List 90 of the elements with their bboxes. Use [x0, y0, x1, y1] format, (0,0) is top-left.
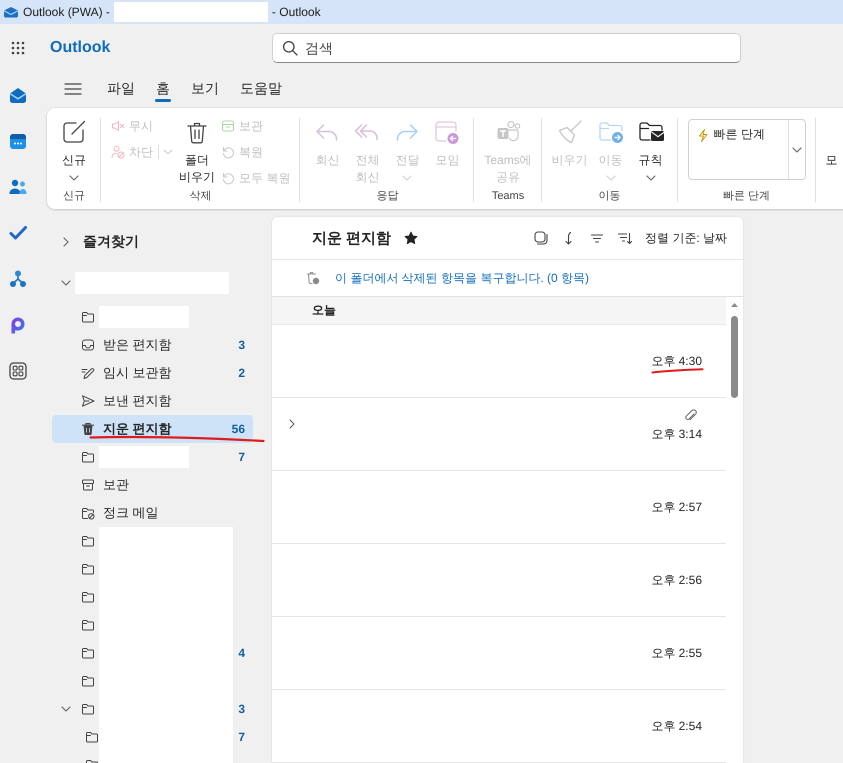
quick-step-button[interactable]: 빠른 단계 [696, 126, 766, 143]
message-item[interactable]: 오후 2:56 [272, 544, 726, 617]
ribbon-button[interactable]: 규칙 [634, 116, 668, 186]
group-label: 이동 [598, 189, 622, 203]
message-item[interactable]: 오후 3:14 [272, 398, 726, 471]
folder-item[interactable]: 지운 편지함 56 [52, 415, 253, 443]
archive-box-icon [221, 119, 235, 133]
folder-icon [81, 310, 95, 324]
scrollbar-thumb[interactable] [731, 316, 738, 398]
message-time: 오후 2:55 [651, 645, 702, 661]
trash-icon [81, 422, 95, 436]
pencil-lines-icon [81, 366, 95, 380]
folder-item[interactable]: 받은 편지함 3 [52, 331, 253, 359]
sort-button[interactable]: 정렬 기준: 날짜 [644, 230, 727, 246]
trash-circle-icon [306, 271, 320, 285]
paper-plane-icon [81, 394, 95, 408]
connected-nodes-icon[interactable] [8, 269, 28, 289]
folder-item[interactable]: 7 [52, 723, 253, 751]
unread-count: 7 [238, 730, 245, 744]
folder-title: 지운 편지함 [312, 228, 392, 248]
folder-item[interactable]: 정크 메일 [52, 499, 253, 527]
favorites-header[interactable]: 즐겨찾기 [47, 233, 139, 251]
folder-item[interactable]: 4 [52, 639, 253, 667]
folder-icon [81, 674, 95, 688]
message-time: 오후 3:14 [651, 426, 702, 442]
message-time: 오후 2:56 [651, 572, 702, 588]
app-name[interactable]: Outlook [36, 39, 272, 57]
chevron-down-icon [792, 146, 802, 152]
folder-item[interactable]: 보관 [52, 471, 253, 499]
menu-icon[interactable] [64, 82, 82, 96]
folder-icon [85, 730, 99, 744]
unread-count: 2 [238, 366, 245, 380]
calendar-icon[interactable] [8, 131, 28, 151]
ribbon-tab[interactable]: 파일 [107, 74, 135, 104]
undo-arrow-icon [221, 145, 235, 159]
speaker-muted-icon [111, 119, 125, 133]
envelope-logo-icon [3, 6, 19, 18]
ribbon-button[interactable]: 모 [826, 152, 838, 169]
search-icon [282, 40, 298, 56]
folder-icon [81, 450, 95, 464]
ribbon-tab[interactable]: 도움말 [240, 74, 282, 104]
folder-item[interactable]: 임시 보관함 2 [52, 359, 253, 387]
window-title: - Outlook [272, 5, 321, 19]
folder-icon [81, 590, 95, 604]
unread-count: 7 [238, 450, 245, 464]
folder-item[interactable]: 7 [52, 443, 253, 471]
unread-count: 56 [232, 422, 245, 436]
folder-item[interactable]: 보낸 편지함 [52, 387, 253, 415]
group-label: 응답 [375, 189, 400, 203]
stacked-squares-icon[interactable] [532, 230, 549, 246]
archive-box-icon [81, 478, 95, 492]
message-time: 오후 2:57 [651, 499, 702, 515]
message-time: 오후 4:30 [651, 353, 702, 369]
search-field[interactable]: 검색 [272, 33, 741, 63]
message-item[interactable]: 오후 2:55 [272, 617, 726, 690]
undo-arrow-icon [221, 171, 235, 185]
ribbon-tab[interactable]: 보기 [191, 74, 219, 104]
ribbon-button[interactable]: 폴더 비우기 [179, 116, 215, 186]
unread-count: 3 [238, 338, 245, 352]
ribbon-button[interactable]: 신규 [57, 116, 91, 186]
group-label: 빠른 단계 [722, 189, 772, 203]
date-group-header: 오늘 [272, 297, 726, 325]
dot-grid-icon[interactable] [10, 40, 26, 56]
folder-icon [81, 618, 95, 632]
star-icon[interactable] [404, 231, 418, 245]
folder-icon [81, 534, 95, 548]
unread-count: 4 [238, 646, 245, 660]
folder-blocked-icon [81, 506, 95, 520]
four-squares-icon[interactable] [8, 361, 28, 381]
folder-icon [81, 562, 95, 576]
message-item[interactable]: 오후 2:54 [272, 690, 726, 763]
folder-icon [81, 646, 95, 660]
group-label: 신규 [62, 189, 86, 203]
message-time: 오후 2:54 [651, 718, 702, 734]
message-item[interactable]: 오후 2:57 [272, 471, 726, 544]
folder-icon [81, 702, 95, 716]
sort-lines-icon[interactable] [616, 230, 633, 246]
window-title: Outlook (PWA) - [23, 5, 110, 19]
restore-link[interactable]: 이 폴더에서 삭제된 항목을 복구합니다. (0 항목) [335, 270, 590, 286]
folder-item[interactable]: 3 [52, 695, 253, 723]
group-label: 삭제 [188, 189, 213, 203]
envelope-icon[interactable] [8, 85, 28, 105]
person-blocked-icon [111, 145, 125, 159]
inbox-tray-icon [81, 338, 95, 352]
ribbon-tab[interactable]: 홈 [156, 74, 170, 104]
unread-count: 3 [238, 702, 245, 716]
people-icon[interactable] [8, 177, 28, 197]
scroll-up-arrow-icon [731, 303, 738, 307]
message-item[interactable]: 오후 4:30 [272, 325, 726, 398]
group-label: Teams [490, 189, 526, 203]
